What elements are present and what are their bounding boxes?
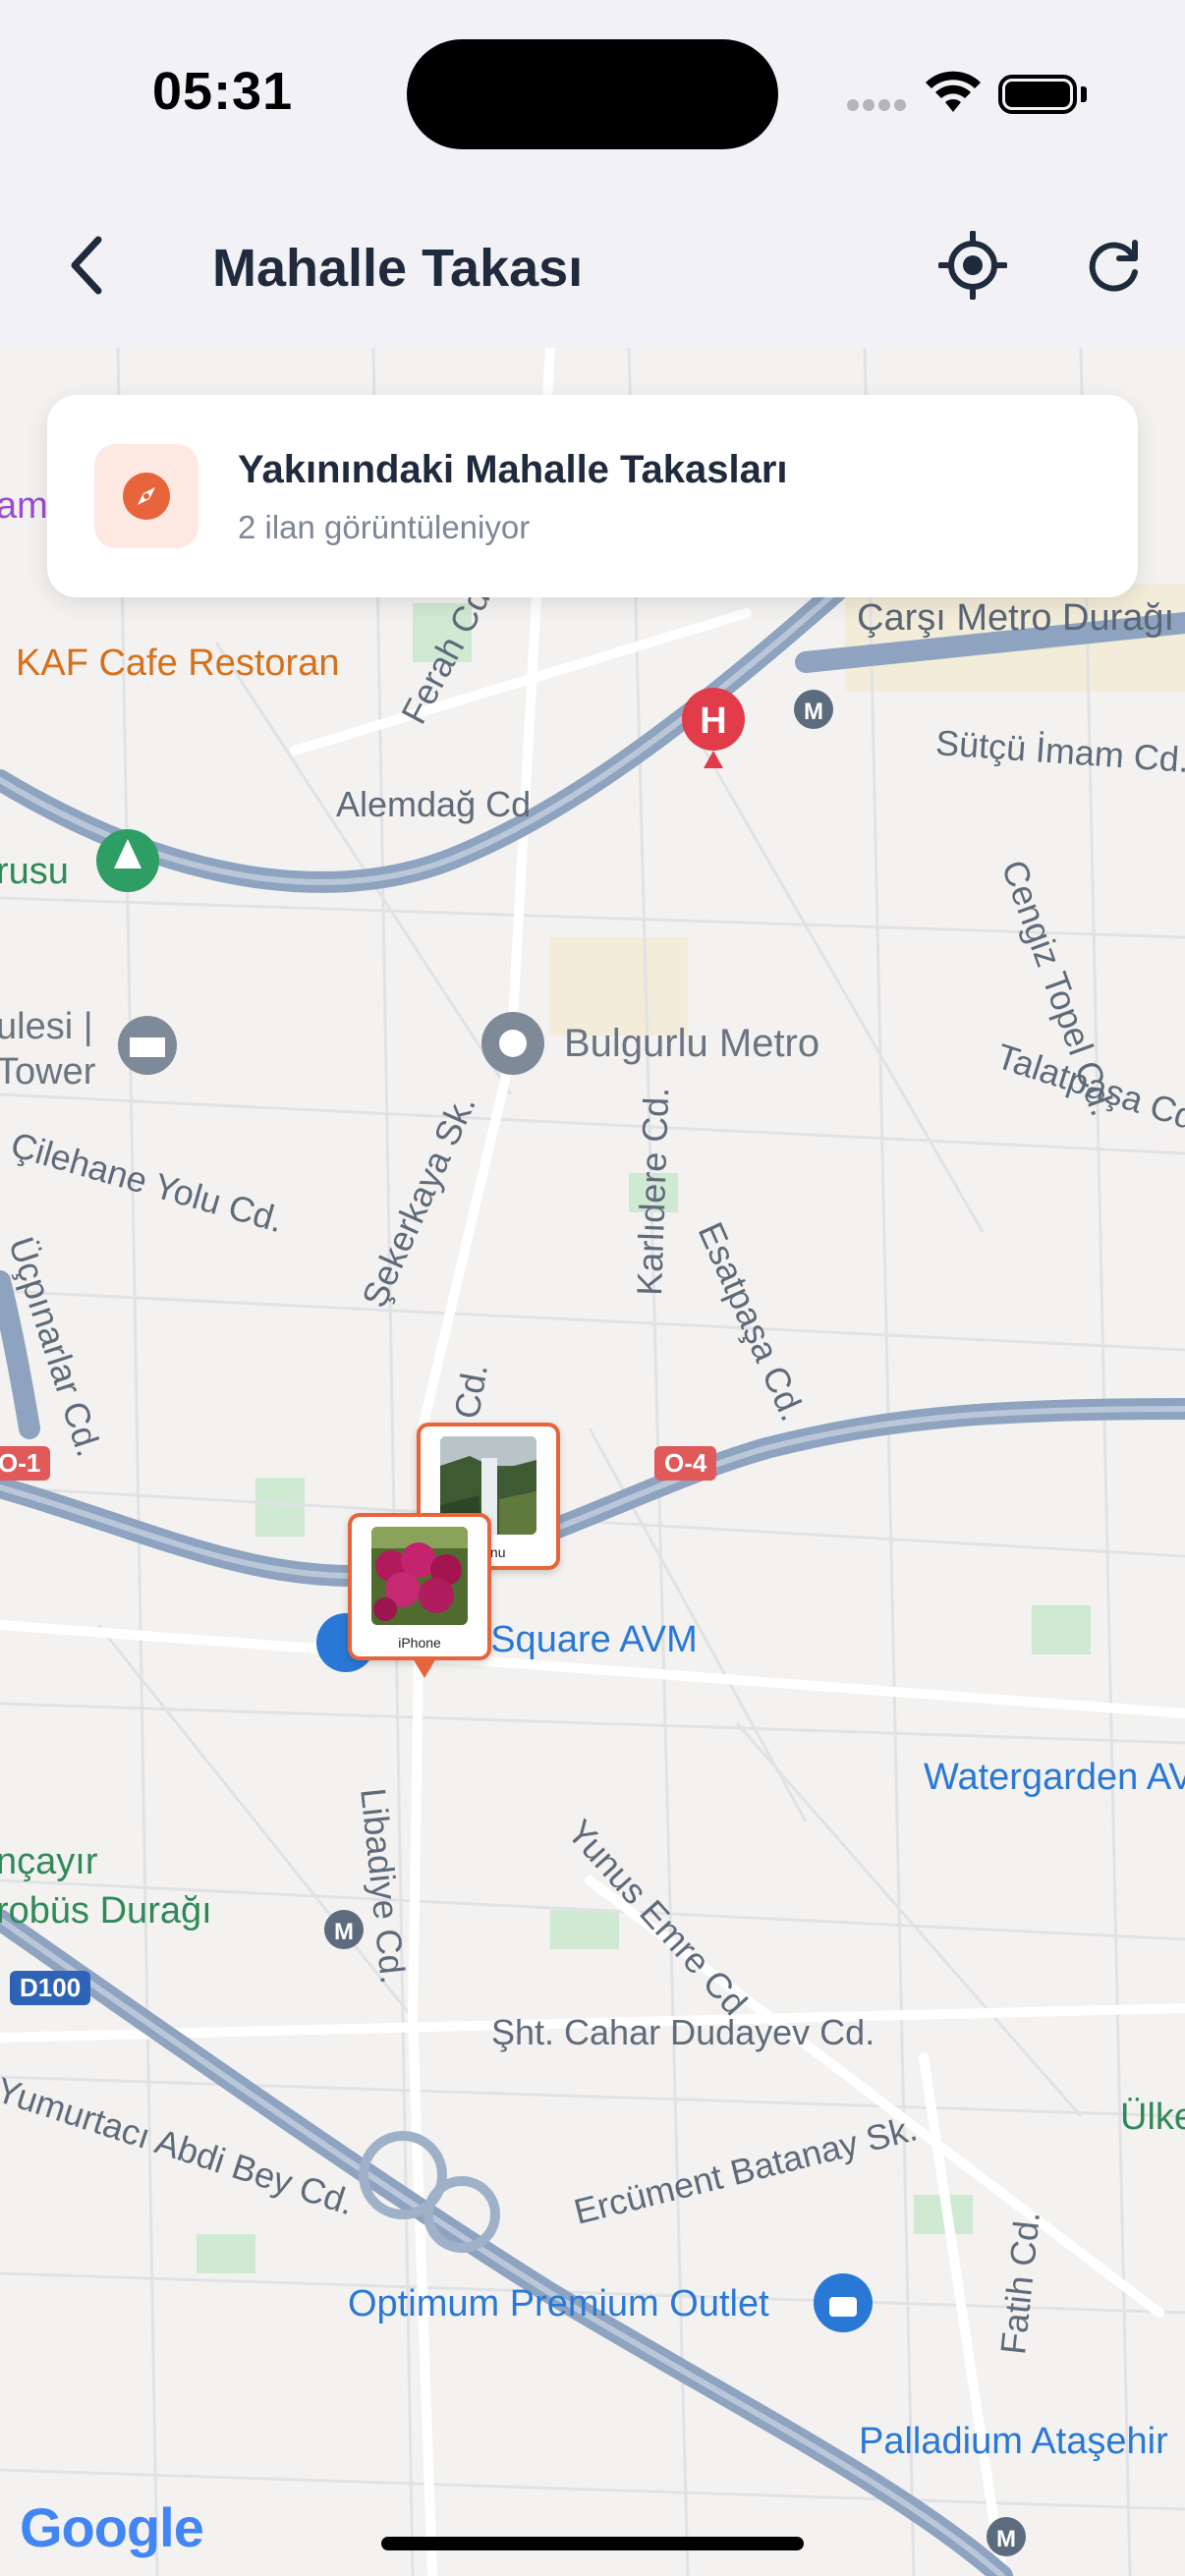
card-subtitle: 2 ilan görüntüleniyor [238,509,531,545]
page-title: Mahalle Takası [212,239,584,298]
dynamic-island [407,39,778,149]
map-label-robus: robüs Durağı [0,1890,212,1932]
cellular-signal-icon [847,98,910,116]
wifi-icon [924,69,983,119]
map-label-carsi-metro[interactable]: Çarşı Metro Durağı [857,597,1174,640]
compass-icon [94,444,198,548]
road-shield-o1: O-1 [0,1446,51,1481]
map-label-kaf-cafe[interactable]: KAF Cafe Restoran [16,643,339,685]
google-logo: Google [20,2495,204,2559]
nearby-swaps-card[interactable]: Yakınındaki Mahalle Takasları 2 ilan gör… [47,395,1138,597]
card-title: Yakınındaki Mahalle Takasları [238,448,788,491]
map-label-rusu: rusu [0,851,69,892]
status-bar: 05:31 [0,0,1185,187]
google-logo-text: Google [20,2496,204,2558]
listing-marker-iphone[interactable]: iPhone [348,1513,491,1678]
svg-text:M: M [996,2526,1016,2552]
map-label-ulke: Ülke [1120,2097,1185,2138]
map-label-ulesi: ulesi | [0,1006,93,1047]
chevron-left-icon [71,236,102,295]
battery-icon [998,75,1077,114]
listing-caption: iPhone [398,1635,441,1651]
map-label-cahar: Şht. Cahar Dudayev Cd. [491,2012,875,2052]
map-label-bulgurlu[interactable]: Bulgurlu Metro [564,1022,819,1066]
map-label-square-avm[interactable]: r Square AVM [468,1619,698,1661]
listing-marker-pointer [413,1658,436,1678]
refresh-button[interactable] [1075,226,1154,305]
home-indicator[interactable] [381,2537,804,2550]
svg-text:M: M [334,1919,354,1945]
map-label-watergarden[interactable]: Watergarden AV [924,1757,1185,1799]
battery-tip [1081,86,1087,102]
listing-thumbnail-flowers [371,1527,468,1625]
my-location-button[interactable] [933,226,1012,305]
map-label-palladium[interactable]: Palladium Ataşehir [859,2421,1168,2463]
map-label-optimum[interactable]: Optimum Premium Outlet [348,2283,769,2325]
svg-text:H: H [700,700,726,742]
road-shield-o4: O-4 [654,1446,717,1481]
map-label-alemdag: Alemdağ Cd [336,784,532,824]
status-time: 05:31 [152,62,294,121]
crosshair-location-icon [938,231,1007,300]
road-shield-d100: D100 [10,1971,91,2005]
back-button[interactable] [47,226,126,305]
nav-bar: Mahalle Takası [0,187,1185,348]
map-view[interactable]: H M M M KAF Cafe Restoran Çarşı Metro Du… [0,348,1185,2576]
map-label-tower: Tower [0,1051,96,1092]
map-label-ncayir: nçayır [0,1841,98,1882]
hospital-marker: H [682,688,745,768]
map-label-karlidere: Karlıdere Cd. [629,1087,677,1297]
svg-text:M: M [804,699,823,725]
refresh-icon [1089,240,1138,292]
